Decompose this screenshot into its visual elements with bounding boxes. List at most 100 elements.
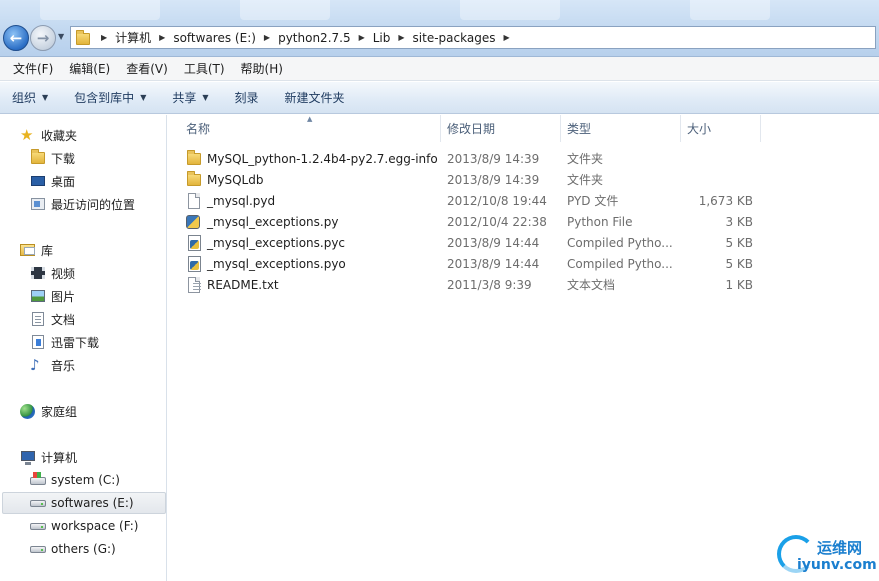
nav-recent-label: 最近访问的位置: [51, 197, 136, 212]
chevron-right-icon[interactable]: ▶: [101, 33, 107, 42]
file-type: 文件夹: [567, 152, 604, 166]
picture-icon: [30, 288, 46, 304]
nav-libraries[interactable]: 库: [20, 240, 53, 260]
include-in-library-label: 包含到库中: [74, 91, 135, 105]
menu-help[interactable]: 帮助(H): [241, 60, 283, 77]
nav-recent-places[interactable]: 最近访问的位置: [30, 194, 135, 214]
burn-button[interactable]: 刻录: [235, 89, 259, 106]
file-size: 1,673 KB: [698, 193, 753, 208]
watermark-cn-text: 运维网: [817, 539, 863, 557]
nav-thunder-label: 迅雷下载: [51, 335, 100, 350]
file-type: 文本文档: [567, 278, 616, 292]
nav-drive-g[interactable]: others (G:): [30, 539, 116, 559]
menu-edit[interactable]: 编辑(E): [69, 60, 110, 77]
file-name: _mysql.pyd: [207, 193, 276, 208]
breadcrumb-site-packages[interactable]: site-packages: [413, 31, 496, 45]
forward-button[interactable]: →: [30, 25, 56, 51]
nav-videos[interactable]: 视频: [30, 263, 75, 283]
chevron-right-icon[interactable]: ▶: [159, 33, 165, 42]
video-icon: [30, 265, 46, 281]
file-size: 5 KB: [725, 235, 753, 250]
breadcrumb-lib[interactable]: Lib: [373, 31, 391, 45]
chevron-right-icon[interactable]: ▶: [264, 33, 270, 42]
hard-drive-icon: [30, 495, 46, 511]
menu-tools[interactable]: 工具(T): [184, 60, 225, 77]
column-header-size[interactable]: 大小: [681, 115, 761, 142]
file-type: Python File: [567, 214, 633, 229]
chevron-right-icon[interactable]: ▶: [359, 33, 365, 42]
column-header-date[interactable]: 修改日期: [441, 115, 561, 142]
file-row[interactable]: _mysql.pyd 2012/10/8 19:44 PYD 文件 1,673 …: [168, 190, 879, 211]
chevron-down-icon: ▼: [202, 93, 209, 102]
titlebar-ghost: [690, 0, 770, 20]
nav-drive-c[interactable]: system (C:): [30, 470, 120, 490]
nav-drive-f-label: workspace (F:): [51, 519, 139, 533]
menu-file[interactable]: 文件(F): [13, 60, 53, 77]
site-watermark: 运维网 iyunv.com: [775, 531, 877, 577]
nav-pictures[interactable]: 图片: [30, 286, 75, 306]
nav-homegroup-label: 家庭组: [41, 404, 78, 419]
watermark-en-text: iyunv.com: [797, 557, 877, 573]
titlebar-ghost: [460, 0, 560, 20]
breadcrumb-python[interactable]: python2.7.5: [278, 31, 351, 45]
nav-music[interactable]: ♪ 音乐: [30, 355, 75, 375]
titlebar-ghost: [40, 0, 160, 20]
column-header-type[interactable]: 类型: [561, 115, 681, 142]
menu-bar: 文件(F) 编辑(E) 查看(V) 工具(T) 帮助(H): [0, 57, 879, 81]
downloads-folder-icon: [30, 149, 46, 166]
menu-view[interactable]: 查看(V): [126, 60, 168, 77]
nav-desktop[interactable]: 桌面: [30, 171, 75, 191]
nav-computer[interactable]: 计算机: [20, 447, 77, 467]
file-row[interactable]: MySQL_python-1.2.4b4-py2.7.egg-info 2013…: [168, 148, 879, 169]
breadcrumb-drive[interactable]: softwares (E:): [173, 31, 256, 45]
chevron-right-icon[interactable]: ▶: [398, 33, 404, 42]
nav-homegroup[interactable]: 家庭组: [20, 401, 77, 421]
system-drive-icon: [30, 472, 46, 488]
share-button[interactable]: 共享 ▼: [172, 89, 208, 106]
navigation-pane: ★ 收藏夹 下载 桌面 最近访问的位置 库 视频 图片 文档 迅雷下载 ♪ 音乐…: [0, 115, 167, 581]
file-row[interactable]: MySQLdb 2013/8/9 14:39 文件夹: [168, 169, 879, 190]
file-type: Compiled Pytho...: [567, 235, 673, 250]
file-size: [680, 169, 753, 190]
organize-label: 组织: [12, 91, 37, 105]
recent-pages-dropdown[interactable]: ▼: [58, 32, 64, 41]
nav-drive-g-label: others (G:): [51, 542, 116, 556]
nav-downloads-label: 下载: [51, 151, 76, 166]
nav-libraries-label: 库: [41, 243, 54, 258]
include-in-library-button[interactable]: 包含到库中 ▼: [74, 89, 146, 106]
address-bar[interactable]: ▶ 计算机 ▶ softwares (E:) ▶ python2.7.5 ▶ L…: [70, 26, 876, 49]
nav-documents[interactable]: 文档: [30, 309, 75, 329]
titlebar-ghost: [240, 0, 330, 20]
file-row[interactable]: _mysql_exceptions.py 2012/10/4 22:38 Pyt…: [168, 211, 879, 232]
nav-downloads[interactable]: 下载: [30, 148, 75, 168]
file-row[interactable]: _mysql_exceptions.pyc 2013/8/9 14:44 Com…: [168, 232, 879, 253]
column-divider[interactable]: [760, 115, 761, 142]
file-date: 2011/3/8 9:39: [447, 277, 532, 292]
nav-thunder-downloads[interactable]: 迅雷下载: [30, 332, 99, 352]
star-icon: ★: [20, 126, 34, 144]
compiled-python-icon: [186, 255, 202, 272]
back-arrow-icon: ←: [9, 29, 23, 47]
desktop-icon: [30, 173, 46, 189]
file-icon: [186, 192, 202, 209]
nav-pictures-label: 图片: [51, 289, 76, 304]
breadcrumb-computer[interactable]: 计算机: [115, 29, 151, 46]
column-header-name[interactable]: 名称: [180, 115, 440, 142]
new-folder-button[interactable]: 新建文件夹: [285, 89, 345, 106]
nav-drive-e[interactable]: softwares (E:): [2, 492, 166, 514]
share-label: 共享: [172, 91, 197, 105]
organize-button[interactable]: 组织 ▼: [12, 89, 48, 106]
file-type: PYD 文件: [567, 194, 619, 208]
nav-music-label: 音乐: [51, 358, 76, 373]
text-file-icon: [186, 276, 202, 293]
chevron-right-icon[interactable]: ▶: [503, 33, 509, 42]
file-row[interactable]: README.txt 2011/3/8 9:39 文本文档 1 KB: [168, 274, 879, 295]
nav-drive-f[interactable]: workspace (F:): [30, 516, 138, 536]
nav-favorites[interactable]: ★ 收藏夹: [20, 125, 77, 145]
nav-desktop-label: 桌面: [51, 174, 76, 189]
nav-documents-label: 文档: [51, 312, 76, 327]
file-row[interactable]: _mysql_exceptions.pyo 2013/8/9 14:44 Com…: [168, 253, 879, 274]
file-name: _mysql_exceptions.pyc: [207, 235, 346, 250]
nav-videos-label: 视频: [51, 266, 76, 281]
back-button[interactable]: ←: [3, 25, 29, 51]
